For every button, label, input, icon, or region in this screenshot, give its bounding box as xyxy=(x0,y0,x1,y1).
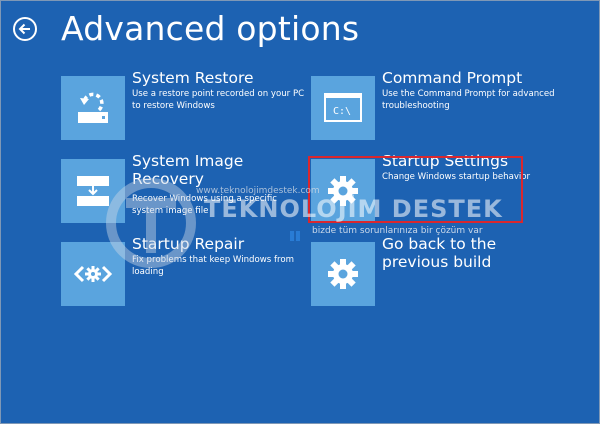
page-title: Advanced options xyxy=(61,9,360,48)
option-title: Go back to the previous build xyxy=(382,235,497,271)
option-tile[interactable] xyxy=(61,159,125,223)
option-title: System Restore xyxy=(132,69,254,87)
option-tile[interactable] xyxy=(61,242,125,306)
option-go-back-previous-build[interactable]: Go back to the previous build xyxy=(311,235,541,306)
option-title: Startup Repair xyxy=(132,235,245,253)
option-tile[interactable]: C:\ xyxy=(311,76,375,140)
option-tile[interactable] xyxy=(61,76,125,140)
highlight-box xyxy=(308,156,523,223)
option-startup-repair[interactable]: Startup Repair Fix problems that keep Wi… xyxy=(61,235,294,306)
option-command-prompt[interactable]: C:\ Command Prompt Use the Command Promp… xyxy=(311,69,555,140)
system-restore-icon xyxy=(78,92,108,123)
option-title: System Image Recovery xyxy=(132,152,244,188)
option-description: Recover Windows using a specific system … xyxy=(132,194,277,216)
command-prompt-icon-text: C:\ xyxy=(333,106,351,117)
option-tile[interactable] xyxy=(311,242,375,306)
command-prompt-icon: C:\ xyxy=(324,93,362,122)
startup-repair-icon xyxy=(73,265,113,283)
option-description: Use the Command Prompt for advanced trou… xyxy=(382,89,555,111)
option-title: Command Prompt xyxy=(382,69,523,87)
option-description: Fix problems that keep Windows from load… xyxy=(132,255,294,277)
option-description: Use a restore point recorded on your PC … xyxy=(132,89,305,111)
option-system-image-recovery[interactable]: System Image Recovery Recover Windows us… xyxy=(61,152,291,223)
back-arrow-icon xyxy=(18,23,30,35)
gear-icon xyxy=(328,259,358,289)
option-system-restore[interactable]: System Restore Use a restore point recor… xyxy=(61,69,304,140)
back-button[interactable] xyxy=(13,17,37,41)
system-image-icon xyxy=(77,176,109,206)
